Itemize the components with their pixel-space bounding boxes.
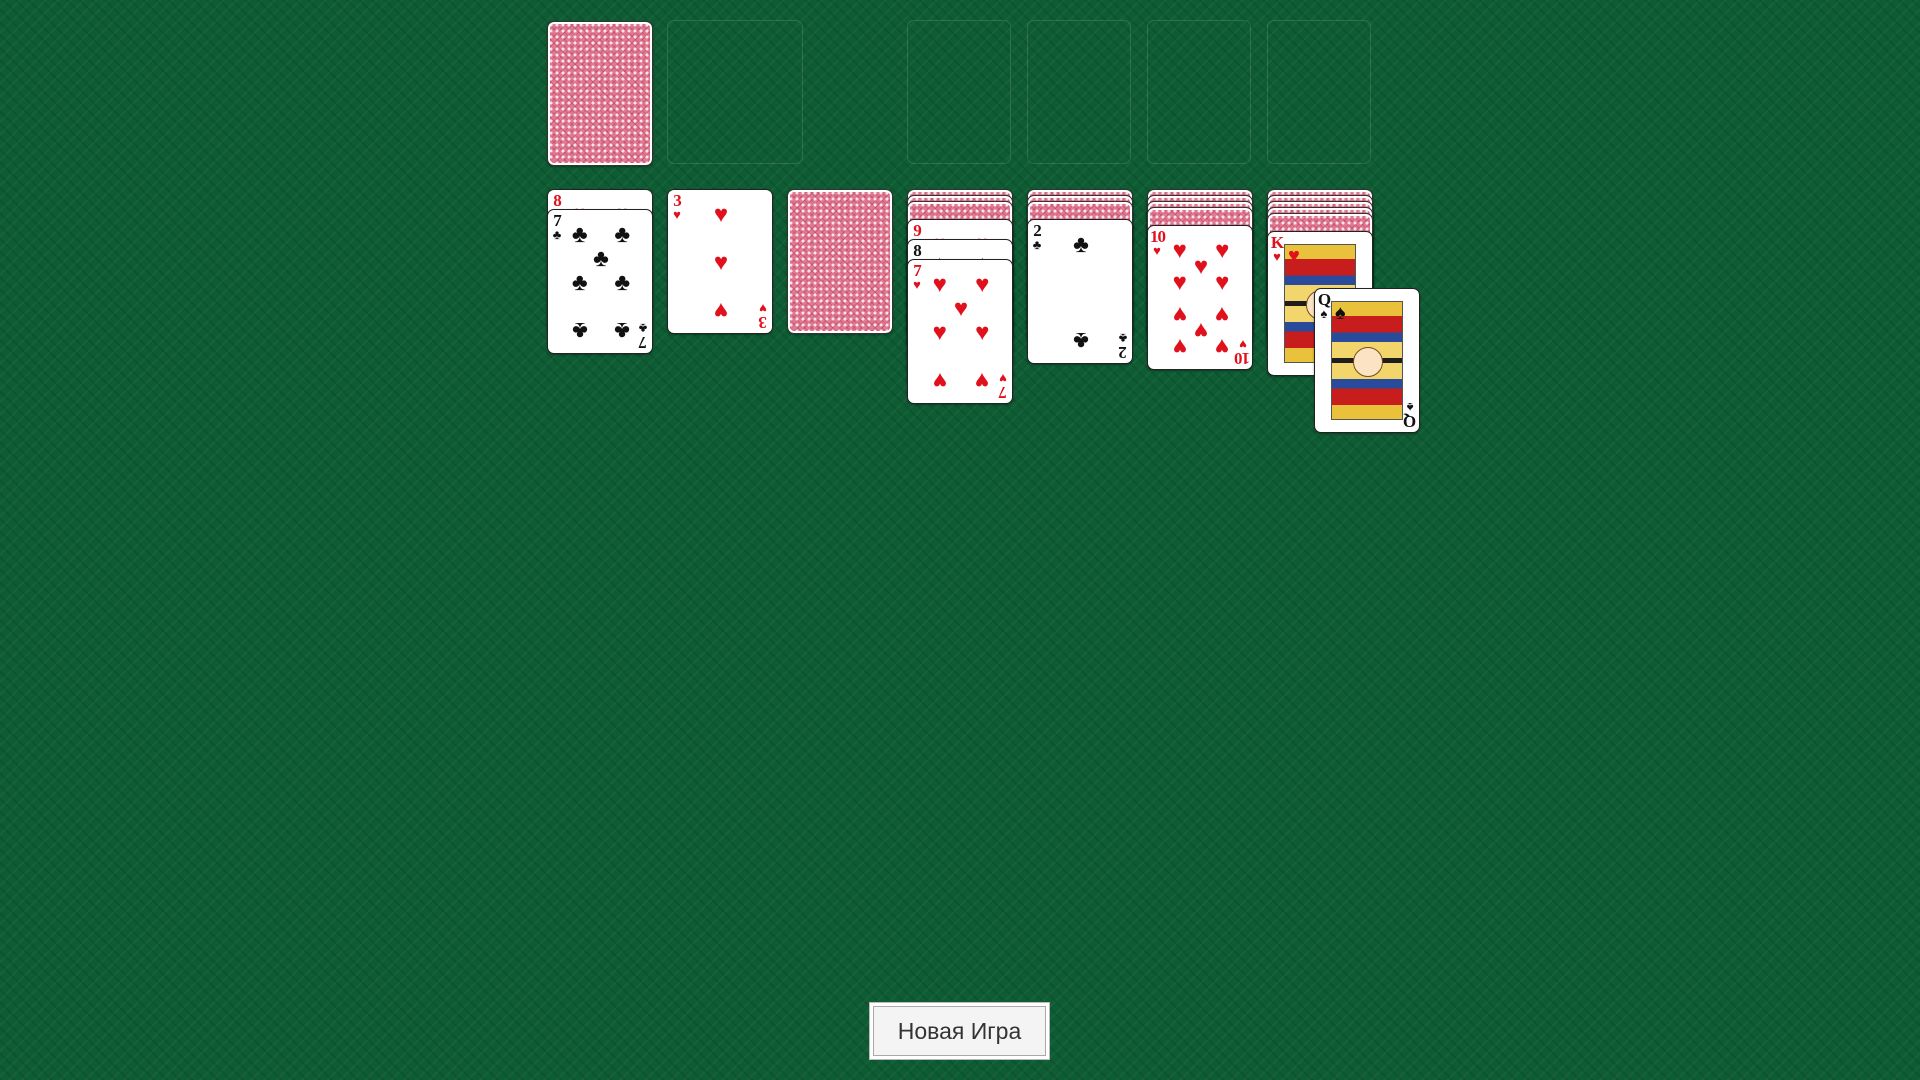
suit-pip-icon: ♥ — [953, 295, 969, 323]
suit-pip-icon: ♥ — [932, 367, 947, 395]
suit-pip-icon: ♥ — [713, 200, 729, 228]
suit-pip-icon: ♥ — [1288, 245, 1300, 267]
suit-pip-icon: ♣ — [1073, 327, 1089, 355]
card-index: Q ♠ — [1403, 400, 1417, 431]
card-index: Q ♠ — [1317, 291, 1331, 320]
foundation-2[interactable] — [1027, 20, 1131, 164]
card-index: 3 ♥ — [756, 301, 770, 332]
suit-pip-icon: ♥ — [1172, 268, 1187, 296]
suit-pip-icon: ♥ — [932, 270, 947, 298]
card-index: 10 ♥ — [1235, 337, 1250, 368]
tableau-1-card-7-black[interactable]: ♣ ♣ ♣ ♣ ♣ ♣ ♣ 7 ♣ 7 ♣ — [547, 209, 653, 354]
suit-pip-icon: ♣ — [614, 317, 631, 345]
card-index: 2 ♣ — [1116, 331, 1130, 362]
suit-pip-icon: ♥ — [1172, 236, 1187, 264]
card-suit-icon: ♣ — [1032, 237, 1042, 252]
card-suit-icon: ♣ — [1118, 331, 1128, 346]
card-rank: 10 — [1235, 349, 1250, 368]
stock-pile[interactable] — [547, 21, 653, 166]
card-rank: 3 — [759, 313, 767, 332]
foundation-1[interactable] — [907, 20, 1011, 164]
suit-pip-icon: ♥ — [1215, 268, 1230, 296]
foundation-4[interactable] — [1267, 20, 1371, 164]
suit-pip-icon: ♥ — [713, 248, 729, 276]
card-index: K♥ — [1270, 234, 1284, 263]
suit-pip-icon: ♥ — [975, 367, 990, 395]
suit-pip-icon: ♥ — [1172, 301, 1187, 329]
suit-pip-icon: ♥ — [713, 297, 729, 325]
court-card-art-icon: ♠ — [1331, 301, 1403, 420]
new-game-button[interactable]: Новая Игра — [869, 1002, 1050, 1060]
card-rank: Q — [1403, 412, 1417, 431]
suit-pip-icon: ♣ — [614, 220, 631, 248]
suit-pip-icon: ♣ — [1073, 230, 1089, 258]
tableau-6-card-10-red[interactable]: ♥ ♥ ♥ ♥ ♥ ♥ ♥ ♥ ♥ ♥ 10 ♥ 10 ♥ — [1147, 225, 1253, 370]
card-rank: 7 — [639, 333, 647, 352]
dragging-card-Q[interactable]: ♠ Q ♠ Q ♠ — [1314, 288, 1420, 433]
suit-pip-icon: ♥ — [1193, 252, 1209, 280]
tableau-4-card-7-red[interactable]: ♥ ♥ ♥ ♥ ♥ ♥ ♥ 7 ♥ 7 ♥ — [907, 259, 1013, 404]
suit-pip-icon: ♣ — [571, 317, 588, 345]
card-suit-icon: ♥ — [759, 301, 767, 316]
suit-pip-icon: ♥ — [1215, 333, 1230, 361]
suit-pip-icon: ♥ — [1172, 333, 1187, 361]
suit-pip-icon: ♠ — [1335, 302, 1346, 324]
card-index: 7 ♣ — [636, 321, 650, 352]
suit-pip-icon: ♥ — [1215, 301, 1230, 329]
card-index: 7 ♣ — [550, 212, 564, 241]
suit-pip-icon: ♣ — [614, 268, 631, 296]
foundation-3[interactable] — [1147, 20, 1251, 164]
suit-pip-icon: ♥ — [1193, 317, 1209, 345]
tableau-2-card-3-red[interactable]: ♥ ♥ ♥ 3 ♥ 3 ♥ — [667, 189, 773, 334]
suit-pip-icon: ♣ — [571, 268, 588, 296]
suit-pip-icon: ♥ — [975, 318, 990, 346]
card-suit-icon: ♣ — [638, 321, 648, 336]
suit-pip-icon: ♣ — [571, 220, 588, 248]
court-face-icon — [1353, 346, 1383, 377]
card-index: 2 ♣ — [1030, 222, 1044, 251]
suit-pip-icon: ♥ — [932, 318, 947, 346]
card-suit-icon: ♥ — [673, 207, 681, 222]
suit-pip-icon: ♥ — [1215, 236, 1230, 264]
card-index: 10 ♥ — [1150, 228, 1166, 257]
card-rank: 2 — [1119, 343, 1127, 362]
card-suit-icon: ♣ — [552, 227, 562, 242]
suit-pip-icon: ♥ — [975, 270, 990, 298]
card-index: 3 ♥ — [670, 192, 684, 221]
card-index: 7 ♥ — [910, 262, 924, 291]
tableau-3-card-back[interactable] — [787, 189, 893, 334]
card-suit-icon: ♥ — [999, 371, 1007, 386]
suit-pip-icon: ♣ — [593, 245, 609, 273]
card-index: 7 ♥ — [996, 371, 1010, 402]
card-suit-icon: ♥ — [913, 277, 921, 292]
tableau-5-card-2-black[interactable]: ♣ ♣ 2 ♣ 2 ♣ — [1027, 219, 1133, 364]
card-rank: 7 — [999, 383, 1007, 402]
waste-pile[interactable] — [667, 20, 803, 164]
